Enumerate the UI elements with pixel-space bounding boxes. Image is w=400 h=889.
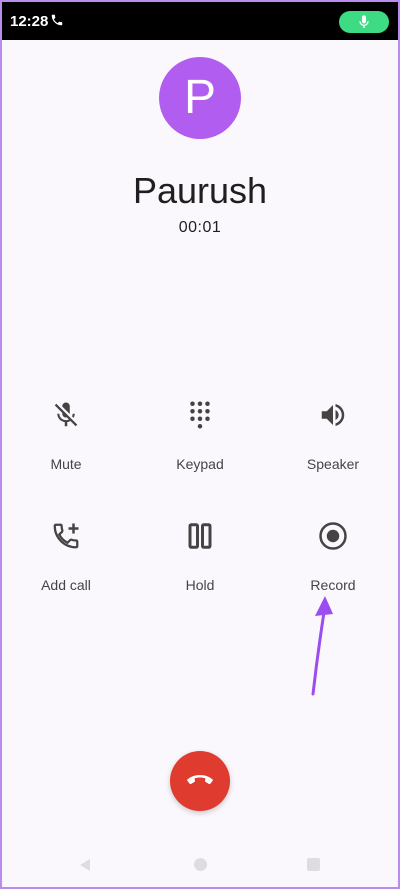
- back-icon[interactable]: [78, 858, 92, 872]
- active-mic-indicator[interactable]: [339, 11, 389, 33]
- dialpad-icon: [190, 401, 210, 429]
- add-call-icon: [53, 523, 79, 549]
- caller-avatar: P: [159, 57, 241, 139]
- home-icon[interactable]: [194, 858, 207, 871]
- hold-label: Hold: [185, 577, 215, 593]
- hang-up-icon: [187, 775, 213, 785]
- status-time: 12:28: [10, 13, 49, 30]
- mute-button[interactable]: Mute: [6, 400, 126, 490]
- pause-icon: [188, 523, 212, 549]
- annotation-arrow-icon: [311, 596, 333, 696]
- avatar-letter: P: [183, 71, 216, 124]
- caller-name: Paurush: [132, 170, 268, 211]
- speaker-button[interactable]: Speaker: [273, 400, 393, 490]
- phone-icon: [51, 14, 63, 26]
- hold-button[interactable]: Hold: [140, 521, 260, 611]
- speaker-icon: [321, 404, 345, 426]
- call-timer: 00:01: [178, 219, 222, 236]
- keypad-button[interactable]: Keypad: [140, 400, 260, 490]
- add-call-label: Add call: [41, 577, 91, 593]
- recents-icon[interactable]: [307, 858, 320, 871]
- record-icon: [319, 522, 347, 550]
- mic-icon: [359, 15, 369, 28]
- keypad-label: Keypad: [176, 456, 224, 472]
- status-bar: 12:28: [0, 0, 400, 40]
- add-call-button[interactable]: Add call: [6, 521, 126, 611]
- speaker-label: Speaker: [306, 456, 360, 472]
- mic-off-icon: [54, 402, 78, 427]
- mute-label: Mute: [50, 456, 82, 472]
- end-call-button[interactable]: [170, 751, 230, 811]
- navigation-bar: [0, 852, 400, 882]
